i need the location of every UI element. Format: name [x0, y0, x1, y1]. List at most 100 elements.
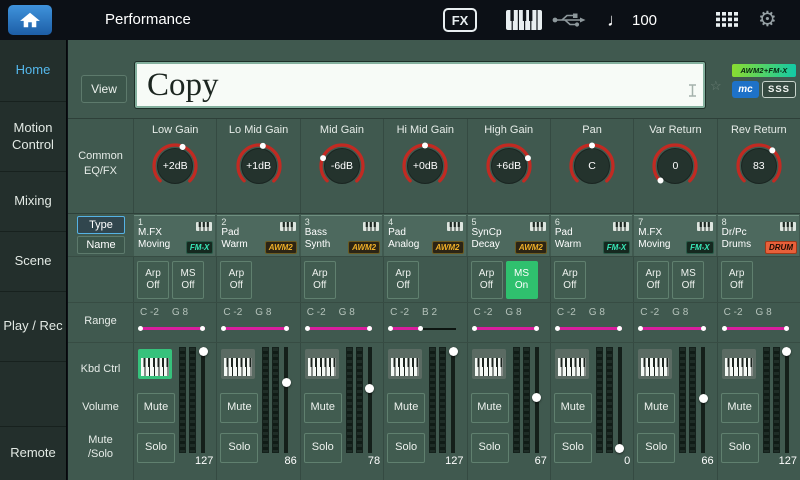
solo-button[interactable]: Solo	[637, 433, 675, 463]
tempo-display[interactable]: ♩ 100	[607, 0, 657, 40]
note-range-slider[interactable]	[139, 326, 205, 331]
mute-button[interactable]: Mute	[137, 393, 175, 423]
arp-toggle-button[interactable]: Arp Off	[554, 261, 586, 299]
volume-fader[interactable]	[701, 347, 705, 453]
part-slot-6[interactable]: 6 Pad Warm FM-X	[551, 215, 632, 256]
type-button[interactable]: Type	[77, 216, 125, 234]
range-handle-low[interactable]	[472, 326, 477, 331]
knob-low-gain[interactable]: +2dB	[149, 140, 201, 192]
range-handle-low[interactable]	[555, 326, 560, 331]
part-slot-3[interactable]: 3 Bass Synth AWM2	[301, 215, 382, 256]
fader-handle[interactable]	[615, 444, 624, 453]
sidebar-item-home[interactable]: Home	[0, 40, 66, 102]
arp-toggle-button[interactable]: Arp Off	[387, 261, 419, 299]
range-handle-high[interactable]	[200, 326, 205, 331]
arp-toggle-button[interactable]: Arp Off	[220, 261, 252, 299]
part-slot-5[interactable]: 5 SynCp Decay AWM2	[468, 215, 549, 256]
kbd-ctrl-toggle[interactable]	[305, 349, 339, 379]
arp-toggle-button[interactable]: Arp Off	[471, 261, 503, 299]
solo-button[interactable]: Solo	[137, 433, 175, 463]
solo-button[interactable]: Solo	[387, 433, 425, 463]
arp-toggle-button[interactable]: Arp Off	[304, 261, 336, 299]
volume-fader[interactable]	[368, 347, 372, 453]
range-handle-high[interactable]	[534, 326, 539, 331]
volume-fader[interactable]	[535, 347, 539, 453]
kbd-ctrl-toggle[interactable]	[138, 349, 172, 379]
range-handle-low[interactable]	[388, 326, 393, 331]
fader-handle[interactable]	[199, 347, 208, 356]
fader-handle[interactable]	[699, 394, 708, 403]
mute-button[interactable]: Mute	[387, 393, 425, 423]
volume-fader[interactable]	[618, 347, 622, 453]
range-handle-high[interactable]	[284, 326, 289, 331]
range-handle-low[interactable]	[722, 326, 727, 331]
volume-fader[interactable]	[451, 347, 455, 453]
range-handle-high[interactable]	[784, 326, 789, 331]
home-button[interactable]	[8, 5, 52, 35]
knob-hi-mid-gain[interactable]: +0dB	[399, 140, 451, 192]
settings-gear-icon[interactable]: ⚙	[758, 7, 777, 33]
mute-button[interactable]: Mute	[304, 393, 342, 423]
performance-name-box[interactable]: Copy	[135, 62, 705, 108]
quick-setup-grid-icon[interactable]	[716, 12, 739, 32]
keyboard-icon[interactable]	[505, 9, 543, 36]
range-handle-high[interactable]	[418, 326, 423, 331]
range-handle-low[interactable]	[305, 326, 310, 331]
fader-handle[interactable]	[782, 347, 791, 356]
motion-seq-toggle-button[interactable]: MS Off	[172, 261, 204, 299]
range-handle-low[interactable]	[638, 326, 643, 331]
fader-handle[interactable]	[282, 378, 291, 387]
range-handle-high[interactable]	[617, 326, 622, 331]
favorite-star-icon[interactable]: ☆	[710, 78, 722, 94]
note-range-slider[interactable]	[306, 326, 372, 331]
note-range-slider[interactable]	[389, 326, 455, 331]
volume-fader[interactable]	[201, 347, 205, 453]
kbd-ctrl-toggle[interactable]	[722, 349, 756, 379]
arp-toggle-button[interactable]: Arp Off	[637, 261, 669, 299]
part-slot-2[interactable]: 2 Pad Warm AWM2	[217, 215, 298, 256]
note-range-slider[interactable]	[222, 326, 288, 331]
knob-rev-return[interactable]: 83	[733, 140, 785, 192]
volume-fader[interactable]	[785, 347, 789, 453]
motion-seq-toggle-button[interactable]: MS On	[506, 261, 538, 299]
knob-lo-mid-gain[interactable]: +1dB	[233, 140, 285, 192]
kbd-ctrl-toggle[interactable]	[388, 349, 422, 379]
kbd-ctrl-toggle[interactable]	[472, 349, 506, 379]
arp-toggle-button[interactable]: Arp Off	[721, 261, 753, 299]
sidebar-item-mixing[interactable]: Mixing	[0, 172, 66, 232]
solo-button[interactable]: Solo	[471, 433, 509, 463]
motion-seq-toggle-button[interactable]: MS Off	[672, 261, 704, 299]
sidebar-item-remote[interactable]: Remote	[0, 426, 66, 480]
kbd-ctrl-toggle[interactable]	[555, 349, 589, 379]
knob-var-return[interactable]: 0	[649, 140, 701, 192]
range-handle-high[interactable]	[701, 326, 706, 331]
sidebar-item-motion-control[interactable]: Motion Control	[0, 102, 66, 172]
arp-toggle-button[interactable]: Arp Off	[137, 261, 169, 299]
part-slot-8[interactable]: 8 Dr/Pc Drums DRUM	[718, 215, 799, 256]
note-range-slider[interactable]	[473, 326, 539, 331]
note-range-slider[interactable]	[639, 326, 705, 331]
sidebar-item-play-rec[interactable]: Play / Rec	[0, 292, 66, 362]
fader-handle[interactable]	[449, 347, 458, 356]
mute-button[interactable]: Mute	[721, 393, 759, 423]
note-range-slider[interactable]	[556, 326, 622, 331]
solo-button[interactable]: Solo	[304, 433, 342, 463]
range-handle-low[interactable]	[221, 326, 226, 331]
part-slot-4[interactable]: 4 Pad Analog AWM2	[384, 215, 465, 256]
knob-pan[interactable]: C	[566, 140, 618, 192]
fader-handle[interactable]	[365, 384, 374, 393]
solo-button[interactable]: Solo	[721, 433, 759, 463]
name-button[interactable]: Name	[77, 236, 125, 254]
mute-button[interactable]: Mute	[554, 393, 592, 423]
part-slot-1[interactable]: 1 M.FX Moving FM-X	[134, 215, 215, 256]
mute-button[interactable]: Mute	[220, 393, 258, 423]
volume-fader[interactable]	[284, 347, 288, 453]
kbd-ctrl-toggle[interactable]	[221, 349, 255, 379]
fx-indicator[interactable]: FX	[443, 8, 477, 32]
knob-high-gain[interactable]: +6dB	[483, 140, 535, 192]
part-slot-7[interactable]: 7 M.FX Moving FM-X	[634, 215, 715, 256]
note-range-slider[interactable]	[723, 326, 789, 331]
fader-handle[interactable]	[532, 393, 541, 402]
range-handle-high[interactable]	[367, 326, 372, 331]
solo-button[interactable]: Solo	[220, 433, 258, 463]
